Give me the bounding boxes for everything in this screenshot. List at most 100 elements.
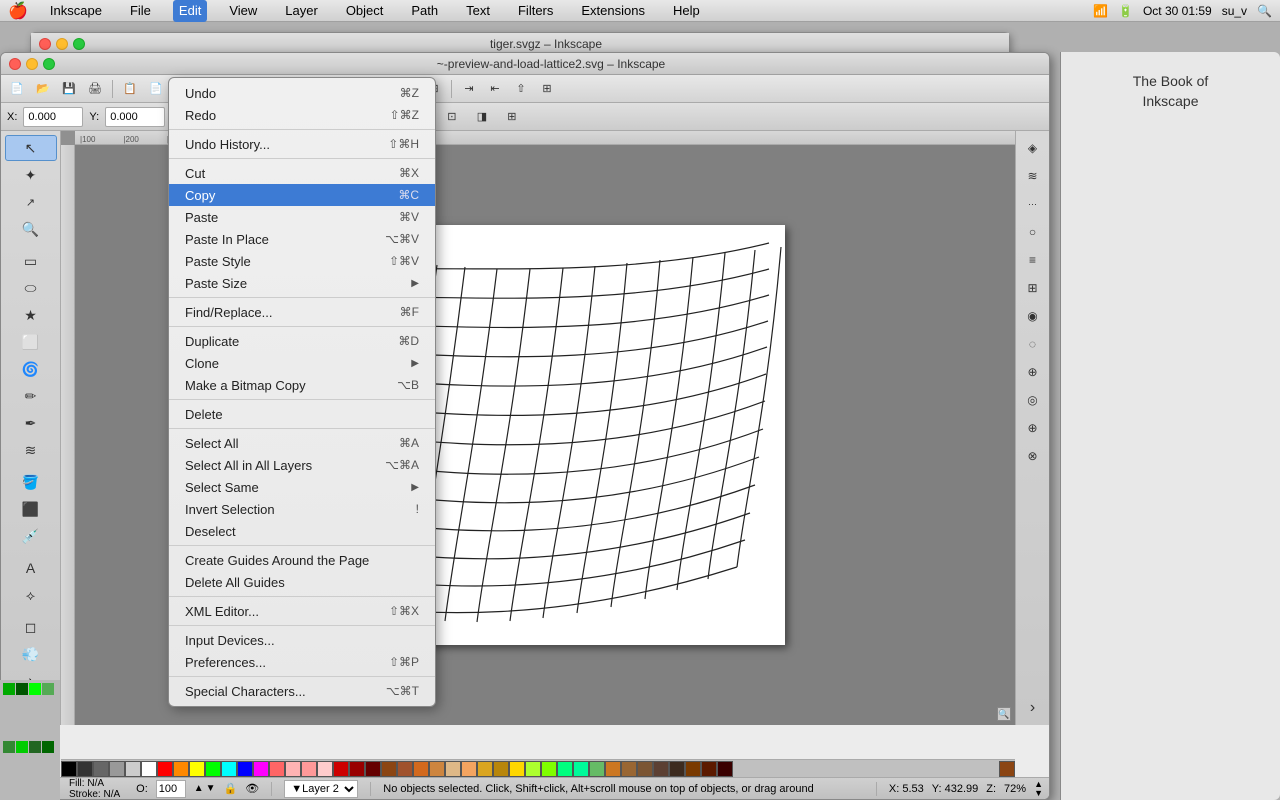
- menu-delete-guides[interactable]: Delete All Guides: [169, 571, 435, 593]
- up-arrow-icon[interactable]: ▲: [194, 783, 204, 794]
- tool-pencil[interactable]: ✏: [5, 383, 57, 409]
- toolbar-btn-17[interactable]: ⇥: [457, 78, 481, 100]
- menu-select-all-layers[interactable]: Select All in All Layers ⌥⌘A: [169, 454, 435, 476]
- toolbar-btn-5[interactable]: 📋: [118, 78, 142, 100]
- menu-redo[interactable]: Redo ⇧⌘Z: [169, 104, 435, 126]
- menu-special-chars[interactable]: Special Characters... ⌥⌘T: [169, 680, 435, 702]
- menu-paste[interactable]: Paste ⌘V: [169, 206, 435, 228]
- swatch-lightpink[interactable]: [285, 761, 301, 777]
- tool-rect[interactable]: ▭: [5, 248, 57, 274]
- right-btn-12[interactable]: ⊗: [1020, 443, 1046, 469]
- menubar-edit[interactable]: Edit: [173, 0, 207, 22]
- tool-selector[interactable]: ↖: [5, 135, 57, 161]
- mini-swatch-medgreen2[interactable]: [42, 683, 54, 695]
- x-input[interactable]: [23, 107, 83, 127]
- swatch-sienna[interactable]: [397, 761, 413, 777]
- menu-paste-in-place[interactable]: Paste In Place ⌥⌘V: [169, 228, 435, 250]
- menu-delete[interactable]: Delete: [169, 403, 435, 425]
- right-btn-9[interactable]: ⊕: [1020, 359, 1046, 385]
- toolbar-btn-20[interactable]: ⊞: [535, 78, 559, 100]
- swatch-pink[interactable]: [269, 761, 285, 777]
- right-btn-11[interactable]: ⊕: [1020, 415, 1046, 441]
- swatch-chocolate[interactable]: [413, 761, 429, 777]
- y-input[interactable]: [105, 107, 165, 127]
- swatch-orange[interactable]: [173, 761, 189, 777]
- tool-node[interactable]: ✦: [5, 162, 57, 188]
- swatch-gray[interactable]: [93, 761, 109, 777]
- swatch-red[interactable]: [157, 761, 173, 777]
- right-btn-4[interactable]: ○: [1020, 219, 1046, 245]
- lock-icon-status[interactable]: 🔒: [224, 782, 238, 795]
- swatch-verydarkred[interactable]: [717, 761, 733, 777]
- menu-undo-history[interactable]: Undo History... ⇧⌘H: [169, 133, 435, 155]
- swatch-rust[interactable]: [685, 761, 701, 777]
- swatch-goldenrod[interactable]: [477, 761, 493, 777]
- tool-connector[interactable]: ⟡: [5, 582, 57, 608]
- swatch-brown[interactable]: [381, 761, 397, 777]
- tool-pen[interactable]: ✒: [5, 410, 57, 436]
- menubar-path[interactable]: Path: [405, 0, 444, 22]
- zoom-down-icon[interactable]: ▼: [1034, 789, 1043, 798]
- toolbar-btn-2[interactable]: 📂: [31, 78, 55, 100]
- swatch-darkred[interactable]: [333, 761, 349, 777]
- menubar-layer[interactable]: Layer: [279, 0, 324, 22]
- menubar-object[interactable]: Object: [340, 0, 390, 22]
- toolbar-btn-18[interactable]: ⇤: [483, 78, 507, 100]
- tool-3d-box[interactable]: ⬜: [5, 329, 57, 355]
- color-swatches[interactable]: [61, 761, 999, 777]
- swatch-medgreen[interactable]: [589, 761, 605, 777]
- swatch-rose[interactable]: [317, 761, 333, 777]
- menu-duplicate[interactable]: Duplicate ⌘D: [169, 330, 435, 352]
- toolbar-btn-19[interactable]: ⇧: [509, 78, 533, 100]
- menu-cut[interactable]: Cut ⌘X: [169, 162, 435, 184]
- right-btn-5[interactable]: ≡: [1020, 247, 1046, 273]
- main-window-controls[interactable]: [9, 58, 55, 70]
- tool-ellipse[interactable]: ⬭: [5, 275, 57, 301]
- menubar-view[interactable]: View: [223, 0, 263, 22]
- right-btn-1[interactable]: ◈: [1020, 135, 1046, 161]
- menu-deselect[interactable]: Deselect: [169, 520, 435, 542]
- swatch-coffee[interactable]: [637, 761, 653, 777]
- down-arrow-icon[interactable]: ▼: [206, 783, 216, 794]
- menu-bitmap-copy[interactable]: Make a Bitmap Copy ⌥B: [169, 374, 435, 396]
- main-minimize-button[interactable]: [26, 58, 38, 70]
- color-palette-bar[interactable]: [61, 759, 1015, 777]
- tool-spray[interactable]: 💨: [5, 641, 57, 667]
- apple-menu[interactable]: 🍎: [8, 1, 28, 21]
- mini-swatch-green[interactable]: [3, 683, 15, 695]
- mini-swatch-lime[interactable]: [16, 741, 28, 753]
- right-btn-6[interactable]: ⊞: [1020, 275, 1046, 301]
- menu-paste-style[interactable]: Paste Style ⇧⌘V: [169, 250, 435, 272]
- coord-btn-4[interactable]: ⊞: [500, 106, 524, 128]
- bg-window-controls[interactable]: [39, 38, 85, 50]
- tool-text[interactable]: A: [5, 555, 57, 581]
- menu-create-guides[interactable]: Create Guides Around the Page: [169, 549, 435, 571]
- swatch-peru[interactable]: [429, 761, 445, 777]
- tool-calligraphy[interactable]: ≋: [5, 437, 57, 463]
- swatch-darkbrown[interactable]: [653, 761, 669, 777]
- main-maximize-button[interactable]: [43, 58, 55, 70]
- menubar-inkscape[interactable]: Inkscape: [44, 0, 108, 22]
- menu-input-devices[interactable]: Input Devices...: [169, 629, 435, 651]
- swatch-springgreen[interactable]: [557, 761, 573, 777]
- right-btn-expand[interactable]: ›: [1020, 695, 1046, 721]
- right-btn-10[interactable]: ◎: [1020, 387, 1046, 413]
- swatch-white[interactable]: [141, 761, 157, 777]
- menu-copy[interactable]: Copy ⌘C: [169, 184, 435, 206]
- swatch-silver[interactable]: [125, 761, 141, 777]
- bg-minimize-button[interactable]: [56, 38, 68, 50]
- swatch-medspringgreen[interactable]: [573, 761, 589, 777]
- main-close-button[interactable]: [9, 58, 21, 70]
- right-btn-7[interactable]: ◉: [1020, 303, 1046, 329]
- mini-swatch-forestgreen[interactable]: [3, 741, 15, 753]
- swatch-ochre[interactable]: [605, 761, 621, 777]
- swatch-tan[interactable]: [621, 761, 637, 777]
- tool-gradient[interactable]: ⬛: [5, 496, 57, 522]
- tool-zoom[interactable]: 🔍: [5, 216, 57, 242]
- menu-undo[interactable]: Undo ⌘Z: [169, 82, 435, 104]
- swatch-green[interactable]: [205, 761, 221, 777]
- swatch-blue[interactable]: [237, 761, 253, 777]
- menu-paste-size[interactable]: Paste Size ▶: [169, 272, 435, 294]
- toolbar-btn-1[interactable]: 📄: [5, 78, 29, 100]
- search-icon[interactable]: 🔍: [1257, 4, 1272, 18]
